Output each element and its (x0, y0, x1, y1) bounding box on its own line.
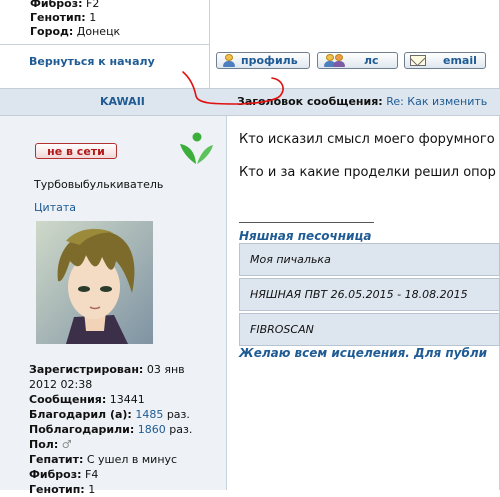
quote-link[interactable]: Цитата (34, 201, 76, 214)
leaf-icon (180, 132, 213, 164)
divider (226, 116, 227, 490)
divider (0, 44, 209, 45)
two-persons-icon (323, 54, 345, 67)
status-badge: не в сети (35, 143, 117, 159)
signature-separator (239, 222, 374, 223)
post-author-name[interactable]: KAWAII (100, 95, 145, 108)
private-message-button[interactable]: лс (317, 52, 398, 69)
person-icon (222, 54, 236, 67)
back-to-top-link[interactable]: Вернуться к началу (29, 55, 155, 68)
post-subject: Заголовок сообщения: Re: Как изменить (237, 95, 488, 108)
signature-row: Моя пичалька (239, 243, 500, 276)
user-rank: Турбовыбулькиватель (34, 178, 164, 191)
divider (209, 0, 210, 88)
signature-row: FIBROSCAN (239, 313, 500, 346)
thanked-count-link[interactable]: 1485 (135, 408, 163, 421)
author-details: Зарегистрирован: 03 янв 2012 02:38 Сообщ… (29, 363, 193, 496)
signature-footer: Желаю всем исцеления. Для публи (239, 346, 488, 360)
email-button[interactable]: email (404, 52, 486, 69)
avatar (36, 221, 153, 344)
signature-row: НЯШНАЯ ПВТ 26.05.2015 - 18.08.2015 (239, 278, 500, 311)
signature-title: Няшная песочница (239, 229, 372, 243)
previous-author-details: Фиброз: F2 Генотип: 1 Город: Донецк (30, 0, 121, 38)
thanks-received-link[interactable]: 1860 (138, 423, 166, 436)
envelope-icon (410, 55, 426, 66)
post-subject-link[interactable]: Re: Как изменить (386, 95, 487, 108)
post-body-line: Кто исказил смысл моего форумного (239, 132, 495, 147)
post-body-line: Кто и за какие проделки решил опор (239, 165, 496, 180)
profile-button[interactable]: профиль (216, 52, 310, 69)
male-icon: ♂ (61, 438, 72, 451)
signature-table: Моя пичалька НЯШНАЯ ПВТ 26.05.2015 - 18.… (239, 243, 500, 348)
